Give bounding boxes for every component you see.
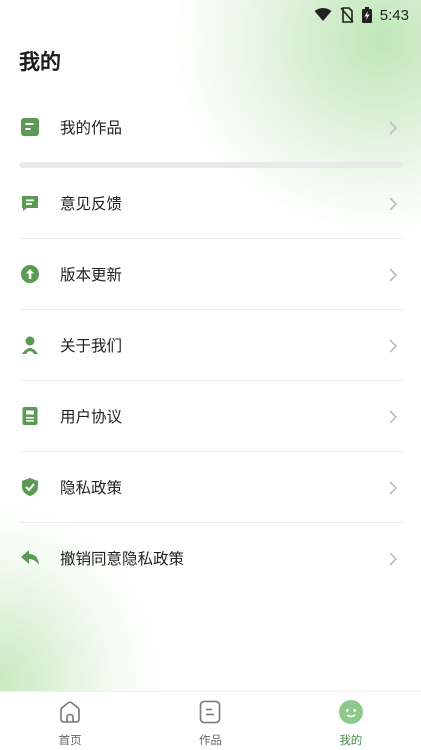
menu-item-revoke-privacy-consent[interactable]: 撤销同意隐私政策 xyxy=(19,523,403,593)
feedback-icon xyxy=(19,192,41,214)
menu-item-label: 版本更新 xyxy=(60,266,123,284)
battery-charging-icon xyxy=(361,7,372,23)
update-icon xyxy=(19,263,41,285)
home-icon xyxy=(57,699,83,729)
revoke-icon xyxy=(19,547,41,569)
no-sim-icon xyxy=(340,7,354,23)
bottom-tab-bar: 首页 作品 我的 xyxy=(0,691,421,750)
tab-mine[interactable]: 我的 xyxy=(281,692,421,750)
about-icon xyxy=(19,334,41,356)
menu-item-privacy-policy[interactable]: 隐私政策 xyxy=(19,452,403,522)
chevron-right-icon xyxy=(387,196,399,211)
menu-item-label: 隐私政策 xyxy=(60,479,123,497)
menu-item-label: 用户协议 xyxy=(60,408,123,426)
status-time: 5:43 xyxy=(379,6,409,24)
chevron-right-icon xyxy=(387,120,399,135)
tab-label: 作品 xyxy=(198,733,222,747)
menu-item-label: 关于我们 xyxy=(60,337,123,355)
menu-item-version-update[interactable]: 版本更新 xyxy=(19,239,403,309)
menu-item-user-agreement[interactable]: 用户协议 xyxy=(19,381,403,451)
agreement-icon xyxy=(19,405,41,427)
page-title: 我的 xyxy=(19,50,61,74)
chevron-right-icon xyxy=(387,480,399,495)
menu-item-about-us[interactable]: 关于我们 xyxy=(19,310,403,380)
menu-item-label: 我的作品 xyxy=(60,119,123,137)
tab-label: 我的 xyxy=(339,733,363,747)
smile-icon xyxy=(338,699,364,729)
tab-works[interactable]: 作品 xyxy=(140,692,280,750)
chevron-right-icon xyxy=(387,551,399,566)
works-icon xyxy=(19,116,41,138)
menu-item-label: 意见反馈 xyxy=(60,195,123,213)
tab-home[interactable]: 首页 xyxy=(0,692,140,750)
works-tab-icon xyxy=(197,699,223,729)
tab-label: 首页 xyxy=(58,733,82,747)
status-bar: 5:43 xyxy=(0,0,421,30)
chevron-right-icon xyxy=(387,409,399,424)
menu-item-my-works[interactable]: 我的作品 xyxy=(19,92,403,162)
menu-list: 我的作品 意见反馈 版本更新 关于我们 用户协议 隐私政策 撤销同意隐私政策 xyxy=(19,92,403,593)
privacy-shield-icon xyxy=(19,476,41,498)
chevron-right-icon xyxy=(387,338,399,353)
menu-item-feedback[interactable]: 意见反馈 xyxy=(19,168,403,238)
chevron-right-icon xyxy=(387,267,399,282)
wifi-icon xyxy=(314,8,332,22)
menu-item-label: 撤销同意隐私政策 xyxy=(60,550,185,568)
